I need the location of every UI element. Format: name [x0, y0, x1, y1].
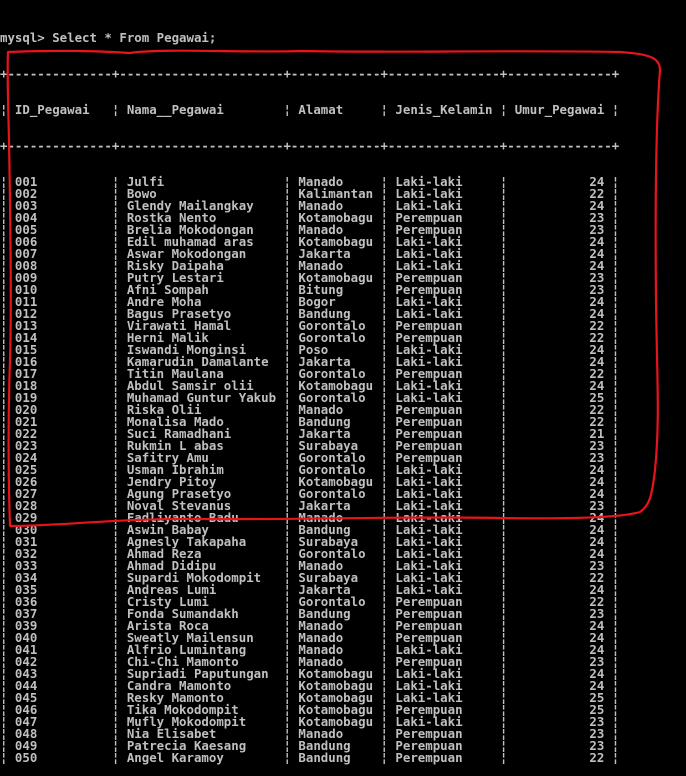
table-cell: 24	[507, 678, 612, 693]
column-separator: ¦	[611, 102, 620, 117]
table-cell: 25	[507, 702, 612, 717]
table-cell: 23	[507, 738, 612, 753]
table-body: ¦ 001 ¦ Julfi ¦ Manado ¦ Laki-laki ¦ 24 …	[0, 175, 620, 765]
column-separator: ¦	[611, 750, 620, 765]
sql-command: Select * From Pegawai;	[52, 30, 217, 45]
table-row: ¦ 041 ¦ Alfrio Lumintang ¦ Manado ¦ Laki…	[0, 642, 619, 657]
table-cell: Manado	[290, 726, 381, 741]
table-cell: Bandung	[290, 750, 381, 765]
table-cell: Alfrio Lumintang	[119, 642, 284, 657]
table-cell: Nia Elisabet	[119, 726, 284, 741]
table-cell: 050	[7, 750, 112, 765]
table-cell: Laki-laki	[387, 642, 500, 657]
table-cell: Perempuan	[387, 702, 500, 717]
column-header: Jenis_Kelamin	[387, 102, 500, 117]
command-line: mysql> Select * From Pegawai;	[0, 30, 619, 45]
table-cell: Chi-Chi Mamonto	[119, 654, 284, 669]
table-row: ¦ 047 ¦ Mufly Mokodompit ¦ Kotamobagu ¦ …	[0, 714, 619, 729]
column-separator: ¦	[283, 750, 291, 765]
table-cell: 047	[7, 714, 112, 729]
table-header-border: +--------------+----------------------+-…	[0, 138, 620, 153]
table-cell: Kotamobagu	[290, 714, 381, 729]
table-cell: Perempuan	[387, 654, 500, 669]
mysql-terminal-output: mysql> Select * From Pegawai; +---------…	[0, 8, 619, 776]
table-cell: Candra Mamonto	[119, 678, 284, 693]
table-cell: 045	[7, 690, 112, 705]
table-cell: 23	[507, 726, 612, 741]
table-cell: Kotamobagu	[290, 678, 381, 693]
column-separator: ¦	[283, 102, 291, 117]
column-separator: ¦	[111, 750, 120, 765]
table-cell: Tika Mokodompit	[119, 702, 284, 717]
column-separator: ¦	[380, 102, 388, 117]
table-cell: 23	[507, 714, 612, 729]
column-header: Umur_Pegawai	[507, 102, 612, 117]
table-row: ¦ 046 ¦ Tika Mokodompit ¦ Kotamobagu ¦ P…	[0, 702, 619, 717]
table-cell: Kotamobagu	[290, 666, 381, 681]
table-cell: Perempuan	[387, 750, 500, 765]
mysql-prompt: mysql>	[0, 30, 53, 45]
table-cell: 043	[7, 666, 112, 681]
table-row: ¦ 043 ¦ Supriadi Paputungan ¦ Kotamobagu…	[0, 666, 619, 681]
table-row: ¦ 049 ¦ Patrecia Kaesang ¦ Bandung ¦ Per…	[0, 738, 619, 753]
table-cell: Bandung	[290, 738, 381, 753]
table-cell: Manado	[290, 654, 381, 669]
column-header: Nama__Pegawai	[119, 102, 284, 117]
table-cell: 048	[7, 726, 112, 741]
column-separator: ¦	[111, 102, 120, 117]
table-cell: 25	[507, 690, 612, 705]
table-cell: Mufly Mokodompit	[119, 714, 284, 729]
table-cell: Supriadi Paputungan	[119, 666, 284, 681]
column-separator: ¦	[380, 750, 388, 765]
table-cell: Laki-laki	[387, 666, 500, 681]
table-cell: 23	[507, 654, 612, 669]
table-cell: Patrecia Kaesang	[119, 738, 284, 753]
table-cell: Kotamobagu	[290, 690, 381, 705]
table-row: ¦ 044 ¦ Candra Mamonto ¦ Kotamobagu ¦ La…	[0, 678, 619, 693]
table-cell: 22	[507, 750, 612, 765]
table-cell: Laki-laki	[387, 678, 500, 693]
column-separator: ¦	[499, 102, 508, 117]
table-row: ¦ 045 ¦ Resky Mamonto ¦ Kotamobagu ¦ Lak…	[0, 690, 619, 705]
column-header: ID_Pegawai	[7, 102, 112, 117]
table-cell: 044	[7, 678, 112, 693]
table-top-border: +--------------+----------------------+-…	[0, 66, 620, 81]
table-cell: 049	[7, 738, 112, 753]
table-cell: Manado	[290, 642, 381, 657]
table-cell: Perempuan	[387, 726, 500, 741]
table-cell: 041	[7, 642, 112, 657]
table-cell: 24	[507, 666, 612, 681]
table-cell: 046	[7, 702, 112, 717]
table-cell: Laki-laki	[387, 714, 500, 729]
table-cell: Resky Mamonto	[119, 690, 284, 705]
table-cell: Perempuan	[387, 738, 500, 753]
column-header: Alamat	[290, 102, 381, 117]
table-cell: Kotamobagu	[290, 702, 381, 717]
table-row: ¦ 048 ¦ Nia Elisabet ¦ Manado ¦ Perempua…	[0, 726, 619, 741]
column-separator: ¦	[499, 750, 508, 765]
table-cell: 24	[507, 642, 612, 657]
table-row: ¦ 042 ¦ Chi-Chi Mamonto ¦ Manado ¦ Perem…	[0, 654, 619, 669]
table-cell: Laki-laki	[387, 690, 500, 705]
column-separator: ¦	[0, 102, 8, 117]
table-cell: 042	[7, 654, 112, 669]
table-row: ¦ 050 ¦ Angel Karamoy ¦ Bandung ¦ Peremp…	[0, 750, 620, 765]
column-separator: ¦	[0, 750, 8, 765]
table-cell: Angel Karamoy	[119, 750, 284, 765]
table-header-row: ¦ ID_Pegawai ¦ Nama__Pegawai ¦ Alamat ¦ …	[0, 102, 620, 117]
